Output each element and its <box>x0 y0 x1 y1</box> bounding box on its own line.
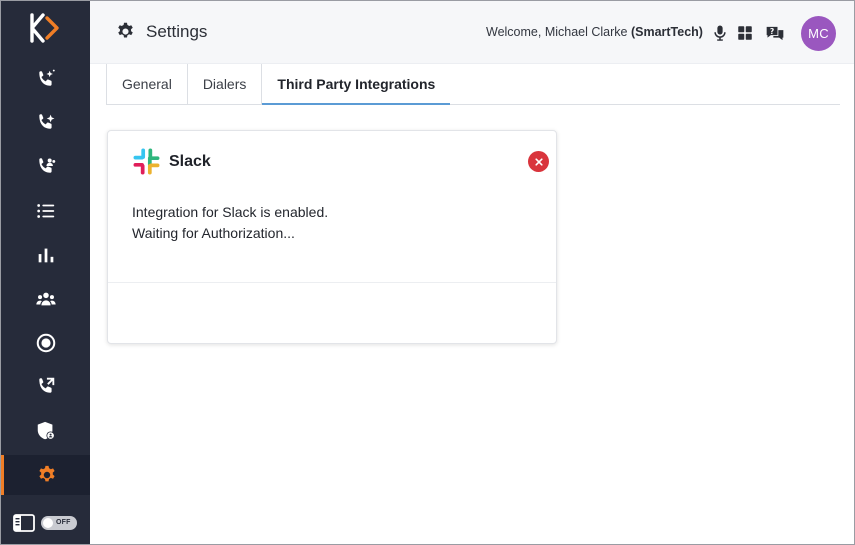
page-heading: Settings <box>115 21 207 42</box>
phone-transfer-icon <box>38 377 54 393</box>
toggle-knob <box>43 518 53 528</box>
slack-logo-icon <box>133 148 160 175</box>
phone-sparkle-icon <box>38 69 55 86</box>
help-chat-button[interactable]: ? <box>765 23 785 43</box>
integration-name: Slack <box>169 152 211 170</box>
nav-phone-sparkle[interactable] <box>1 59 90 99</box>
integration-status-line1: Integration for Slack is enabled. <box>132 204 329 220</box>
page-title: Settings <box>146 21 208 41</box>
nav-recordings[interactable] <box>1 323 90 363</box>
user-avatar[interactable]: MC <box>801 16 836 51</box>
settings-tabs: General Dialers Third Party Integrations <box>106 64 840 105</box>
sidebar: OFF <box>1 1 90 544</box>
svg-text:?: ? <box>770 26 774 35</box>
card-footer-divider <box>108 282 556 283</box>
welcome-user: Welcome, Michael Clarke <box>486 25 628 39</box>
users-icon <box>35 292 56 306</box>
microphone-button[interactable] <box>710 23 730 43</box>
phone-users-icon <box>38 158 55 173</box>
phone-sparkle-2-icon <box>38 114 54 129</box>
help-chat-icon: ? <box>766 26 784 40</box>
nav-users[interactable] <box>1 279 90 319</box>
sidebar-panel-icon[interactable] <box>13 514 35 532</box>
tab-third-party-integrations[interactable]: Third Party Integrations <box>262 64 451 105</box>
close-icon <box>534 157 543 166</box>
nav-reports[interactable] <box>1 235 90 275</box>
nav-phone-transfer[interactable] <box>1 366 90 406</box>
top-header: Settings Welcome, Michael Clarke (SmartT… <box>90 1 854 64</box>
nav-list[interactable] <box>1 191 90 231</box>
nav-phone-users[interactable] <box>1 146 90 186</box>
gear-icon <box>118 22 133 38</box>
sidebar-toggle[interactable]: OFF <box>41 516 77 530</box>
card-header: Slack <box>132 147 211 176</box>
bar-chart-icon <box>38 248 53 263</box>
apps-button[interactable] <box>735 23 755 43</box>
toggle-label: OFF <box>56 519 71 526</box>
remove-integration-button[interactable] <box>528 151 549 172</box>
shield-user-icon <box>37 421 55 440</box>
integration-status-line2: Waiting for Authorization... <box>132 225 295 241</box>
list-icon <box>36 204 54 218</box>
record-icon <box>36 333 55 353</box>
company-name: (SmartTech) <box>630 25 703 39</box>
tab-dialers[interactable]: Dialers <box>188 64 263 104</box>
welcome-text: Welcome, Michael Clarke (SmartTech) <box>486 25 703 39</box>
app-window: OFF Settings Welcome, Michael Clarke (Sm… <box>0 0 855 545</box>
sidebar-footer: OFF <box>13 513 79 533</box>
integration-status: Integration for Slack is enabled. Waitin… <box>132 202 328 244</box>
app-logo[interactable] <box>29 13 63 43</box>
microphone-icon <box>714 25 726 41</box>
gear-icon <box>39 465 55 482</box>
nav-phone-sparkle-2[interactable] <box>1 102 90 142</box>
slack-integration-card: Slack Integration for Slack is enabled. … <box>107 130 557 344</box>
nav-security[interactable] <box>1 411 90 451</box>
grid-icon <box>738 26 752 40</box>
nav-settings[interactable] <box>1 455 90 495</box>
tab-general[interactable]: General <box>106 64 188 104</box>
